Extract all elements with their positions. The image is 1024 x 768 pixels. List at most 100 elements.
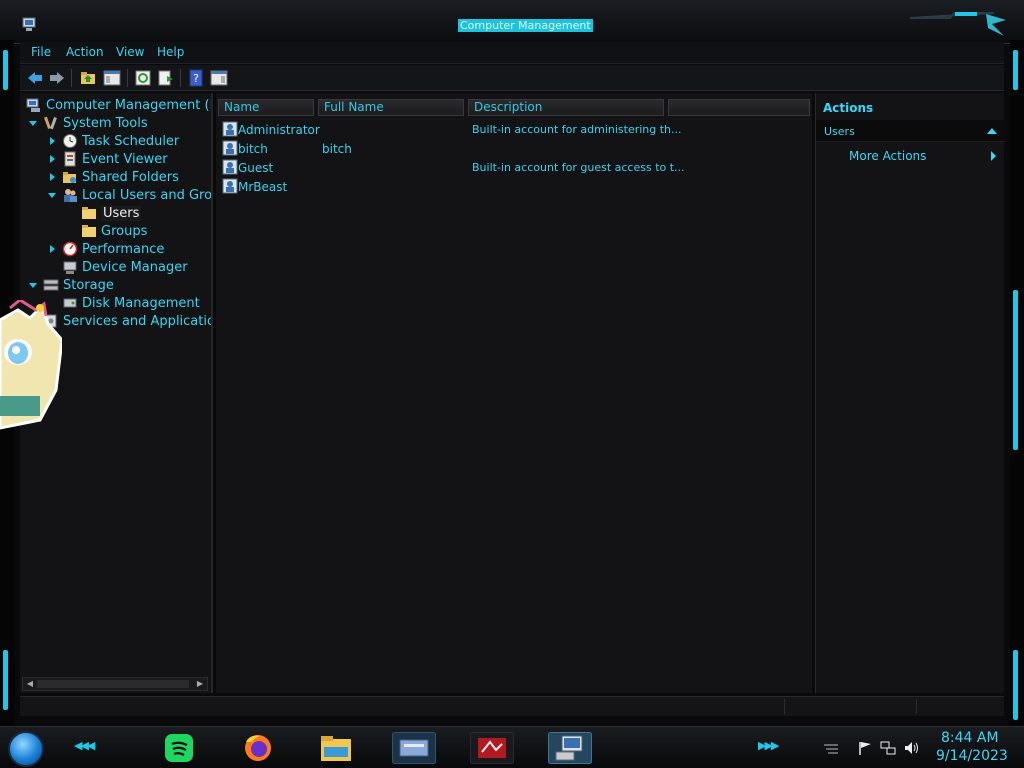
tree-item-label: Services and Applications — [63, 313, 211, 329]
actions-section-label: Users — [824, 125, 855, 138]
status-divider — [916, 699, 917, 714]
right-frame-rail — [1010, 40, 1024, 730]
tree-item-disk-management[interactable]: Disk Management — [62, 294, 200, 312]
disk-management-icon — [63, 298, 77, 308]
expand-arrow-icon[interactable] — [47, 136, 57, 146]
computer-management-taskbar-icon[interactable] — [548, 732, 592, 764]
menu-view[interactable]: View — [116, 45, 144, 59]
status-divider — [784, 699, 785, 714]
user-name: Administrator — [238, 123, 320, 137]
table-row[interactable]: Administrator Built-in account for admin… — [220, 120, 810, 139]
column-header-name[interactable]: Name — [218, 99, 314, 116]
expand-arrow-icon[interactable] — [47, 244, 57, 254]
status-bar — [20, 696, 1004, 716]
actions-pane: Actions Users More Actions — [815, 93, 1005, 693]
scroll-right-arrow-icon[interactable]: ▶ — [195, 679, 205, 689]
show-hidden-icons[interactable] — [823, 741, 839, 755]
collapse-arrow-icon[interactable] — [47, 190, 57, 200]
tree-item-label: Disk Management — [82, 295, 200, 311]
show-hide-console-tree-icon[interactable] — [103, 69, 121, 87]
storage-icon — [43, 279, 59, 291]
forward-arrow-icon[interactable] — [48, 69, 66, 87]
performance-icon — [62, 241, 78, 257]
tree-item-shared-folders[interactable]: Shared Folders — [47, 168, 179, 186]
clock-date[interactable]: 9/14/2023 — [936, 748, 1008, 764]
start-button[interactable] — [8, 731, 44, 767]
menu-action[interactable]: Action — [66, 45, 104, 59]
user-account-icon — [222, 140, 238, 156]
svg-text:?: ? — [193, 72, 199, 85]
device-manager-icon — [63, 261, 77, 274]
tree-item-device-manager[interactable]: Device Manager — [62, 258, 188, 276]
tree-item-label: Computer Management (Loc — [46, 97, 211, 113]
collapse-arrow-icon[interactable] — [28, 118, 38, 128]
refresh-icon[interactable] — [134, 69, 152, 87]
clock-time[interactable]: 8:44 AM — [941, 730, 999, 746]
export-list-icon[interactable] — [157, 69, 175, 87]
tree-item-event-viewer[interactable]: Event Viewer — [47, 150, 168, 168]
file-explorer-icon[interactable] — [314, 732, 358, 764]
spotify-icon[interactable] — [157, 732, 201, 764]
expand-arrow-icon[interactable] — [47, 154, 57, 164]
user-account-icon — [222, 178, 238, 194]
column-header-full-name[interactable]: Full Name — [318, 99, 464, 116]
user-description: Built-in account for guest access to t..… — [472, 161, 685, 174]
actions-section-users[interactable]: Users — [816, 120, 1005, 142]
tree-item-groups[interactable]: Groups — [81, 222, 147, 240]
tree-item-performance[interactable]: Performance — [47, 240, 164, 258]
firefox-icon[interactable] — [236, 732, 280, 764]
user-name: bitch — [238, 142, 268, 156]
flag-icon[interactable] — [857, 741, 873, 755]
actions-title: Actions — [823, 101, 874, 115]
help-icon[interactable]: ? — [187, 69, 205, 87]
menu-help[interactable]: Help — [157, 45, 184, 59]
column-header-description[interactable]: Description — [468, 99, 664, 116]
tree-item-label: Task Scheduler — [82, 133, 180, 149]
tree-item-local-users-and-groups[interactable]: Local Users and Grou — [47, 186, 213, 204]
tree-item-label: Users — [101, 205, 142, 221]
table-row[interactable]: Guest Built-in account for guest access … — [220, 158, 810, 177]
user-name: MrBeast — [238, 180, 288, 194]
table-row[interactable]: bitch bitch — [220, 139, 810, 158]
tree-item-label: Device Manager — [82, 259, 188, 275]
tree-item-label: Local Users and Grou — [82, 187, 213, 203]
control-panel-icon[interactable] — [392, 732, 436, 764]
clock-icon — [63, 134, 77, 148]
shared-folder-icon — [63, 172, 76, 183]
scroll-left-arrow-icon[interactable]: ◀ — [25, 679, 35, 689]
taskbar-decoration: ▶▶▶ — [758, 739, 779, 752]
toolbar: ? — [20, 65, 1004, 91]
tree-item-computer-management[interactable]: Computer Management (Loc — [26, 96, 211, 114]
tree-item-label: System Tools — [63, 115, 148, 131]
expand-arrow-icon[interactable] — [47, 172, 57, 182]
tree-item-storage[interactable]: Storage — [28, 276, 114, 294]
scrollbar-thumb[interactable] — [37, 680, 189, 688]
taskbar-decoration: ◀◀◀ — [74, 739, 95, 752]
computer-management-app-icon — [22, 17, 36, 31]
volume-icon[interactable] — [904, 741, 920, 755]
menu-bar: File Action View Help — [20, 42, 1004, 64]
collapse-section-icon[interactable] — [987, 128, 997, 134]
tree-horizontal-scrollbar[interactable]: ◀ ▶ — [22, 677, 208, 691]
tree-item-users[interactable]: Users — [81, 204, 142, 222]
column-header-extra[interactable] — [668, 99, 810, 116]
tree-item-system-tools[interactable]: System Tools — [28, 114, 148, 132]
media-app-icon[interactable] — [470, 732, 514, 764]
show-action-pane-icon[interactable] — [210, 69, 228, 87]
more-actions-link[interactable]: More Actions — [849, 149, 926, 163]
tools-icon — [44, 116, 57, 130]
tree-item-label: Event Viewer — [82, 151, 168, 167]
network-icon[interactable] — [880, 741, 896, 755]
collapse-arrow-icon[interactable] — [28, 280, 38, 290]
tree-item-task-scheduler[interactable]: Task Scheduler — [47, 132, 179, 150]
tree-item-label: Groups — [101, 223, 148, 239]
tree-item-label: Shared Folders — [82, 169, 179, 185]
menu-file[interactable]: File — [31, 45, 51, 59]
table-row[interactable]: MrBeast — [220, 177, 810, 196]
frame-decoration — [910, 12, 1006, 36]
up-folder-icon[interactable] — [79, 69, 97, 87]
tree-item-label: Storage — [63, 277, 114, 293]
back-arrow-icon[interactable] — [26, 69, 44, 87]
window-title: Computer Management — [458, 19, 593, 32]
user-name: Guest — [238, 161, 274, 175]
